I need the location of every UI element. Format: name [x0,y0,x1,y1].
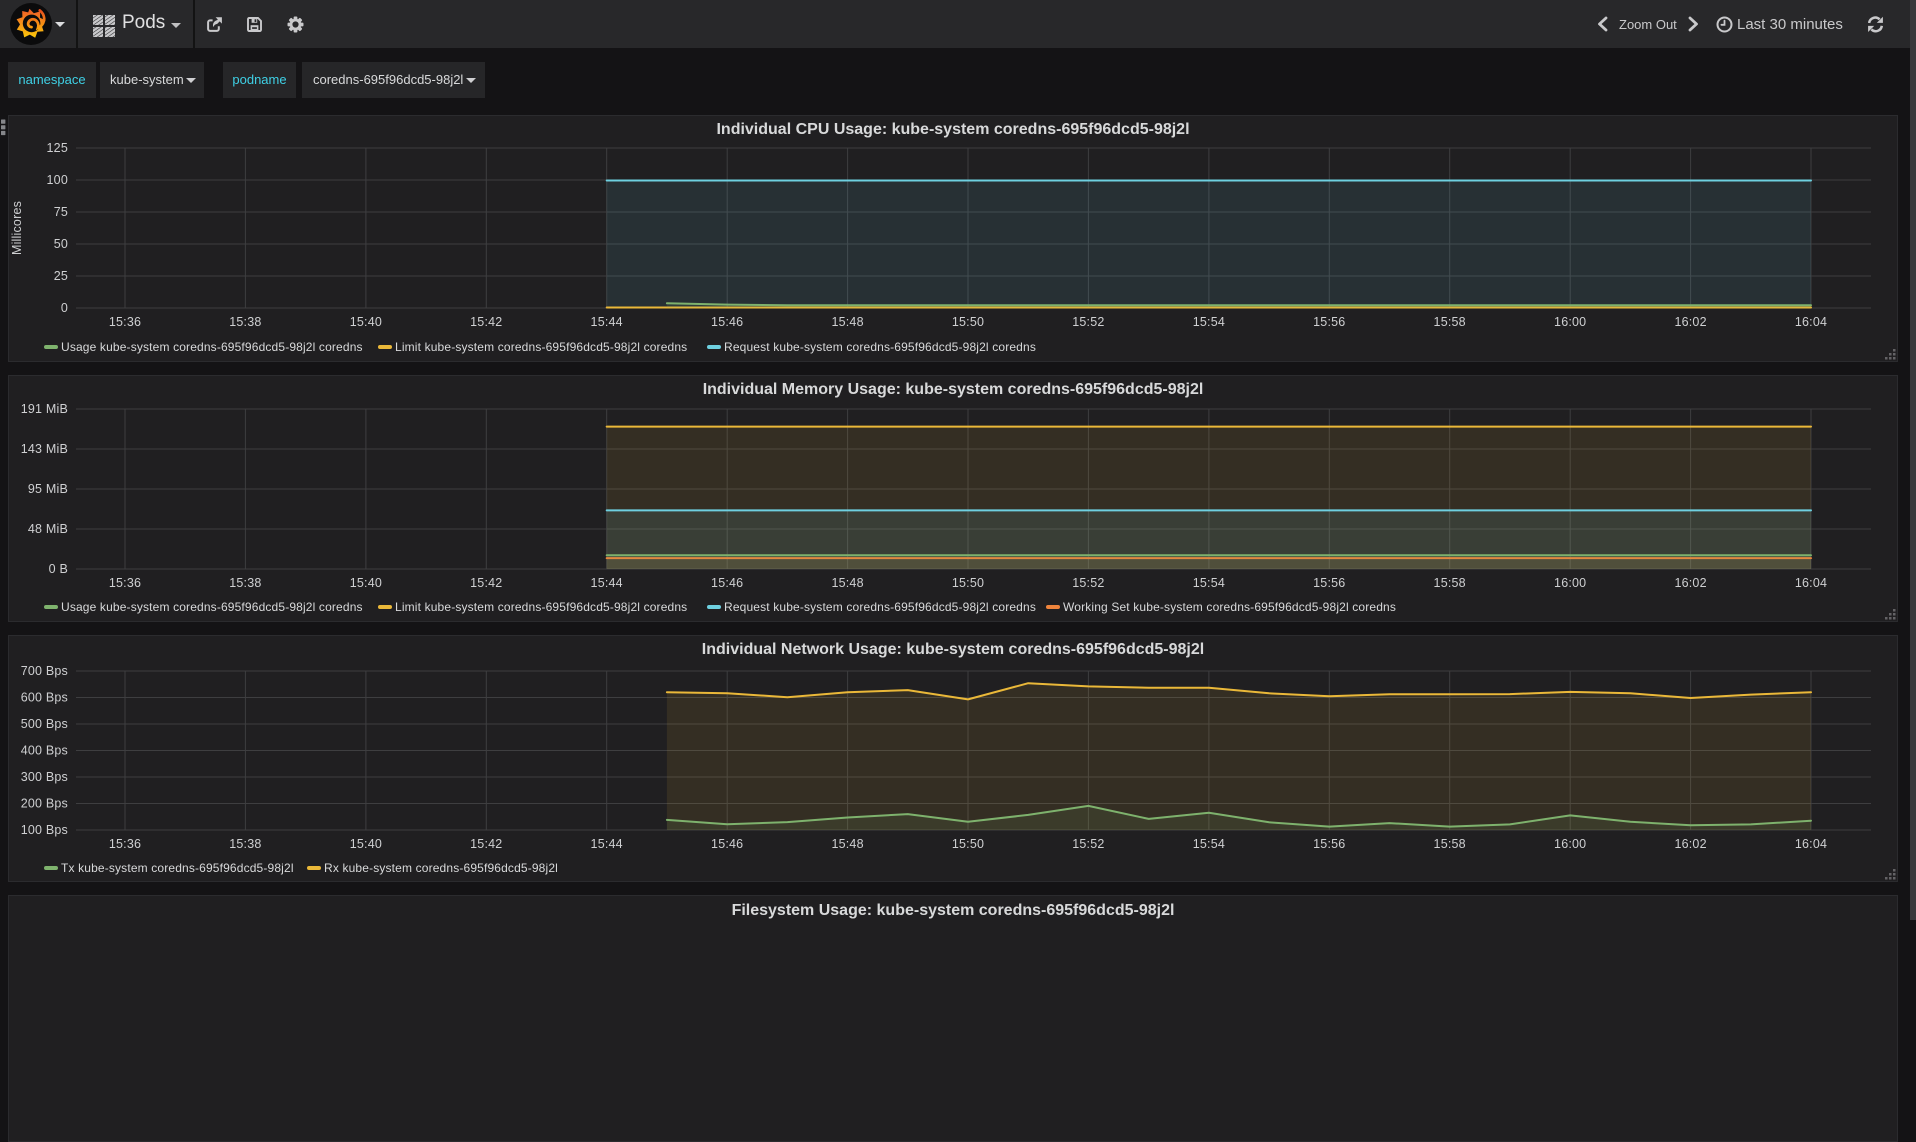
svg-text:15:54: 15:54 [1193,315,1225,329]
svg-text:15:46: 15:46 [711,837,743,851]
svg-text:15:48: 15:48 [831,315,863,329]
svg-text:16:00: 16:00 [1554,837,1586,851]
svg-text:Rx kube-system coredns-695f96d: Rx kube-system coredns-695f96dcd5-98j2l [324,861,558,875]
svg-text:Request kube-system coredns-69: Request kube-system coredns-695f96dcd5-9… [724,600,1036,614]
svg-text:100 Bps: 100 Bps [21,823,68,837]
svg-text:100: 100 [47,173,68,187]
svg-text:15:40: 15:40 [350,837,382,851]
svg-text:15:54: 15:54 [1193,837,1225,851]
svg-text:15:52: 15:52 [1072,576,1104,590]
svg-text:15:42: 15:42 [470,837,502,851]
svg-text:0: 0 [61,301,68,315]
svg-text:16:00: 16:00 [1554,315,1586,329]
svg-text:15:50: 15:50 [952,576,984,590]
svg-text:15:50: 15:50 [952,315,984,329]
svg-text:16:04: 16:04 [1795,576,1827,590]
svg-text:25: 25 [54,269,68,283]
svg-text:Tx kube-system coredns-695f96d: Tx kube-system coredns-695f96dcd5-98j2l [61,861,294,875]
svg-text:16:02: 16:02 [1674,576,1706,590]
svg-text:15:38: 15:38 [229,576,261,590]
svg-text:15:52: 15:52 [1072,837,1104,851]
svg-text:300 Bps: 300 Bps [21,770,68,784]
svg-text:16:04: 16:04 [1795,837,1827,851]
svg-text:15:58: 15:58 [1434,315,1466,329]
svg-text:15:48: 15:48 [831,837,863,851]
svg-text:16:02: 16:02 [1674,315,1706,329]
svg-text:700 Bps: 700 Bps [21,664,68,678]
svg-text:48 MiB: 48 MiB [28,522,68,536]
svg-text:16:04: 16:04 [1795,315,1827,329]
svg-text:Limit kube-system coredns-695f: Limit kube-system coredns-695f96dcd5-98j… [395,340,687,354]
svg-text:Usage kube-system coredns-695f: Usage kube-system coredns-695f96dcd5-98j… [61,600,363,614]
svg-text:15:42: 15:42 [470,576,502,590]
svg-text:Millicores: Millicores [10,201,24,255]
svg-text:15:48: 15:48 [831,576,863,590]
svg-text:125: 125 [47,141,68,155]
svg-text:15:44: 15:44 [591,837,623,851]
svg-text:16:02: 16:02 [1674,837,1706,851]
svg-text:15:58: 15:58 [1434,576,1466,590]
svg-text:15:46: 15:46 [711,315,743,329]
svg-text:400 Bps: 400 Bps [21,744,68,758]
svg-text:15:46: 15:46 [711,576,743,590]
svg-text:Working Set kube-system coredn: Working Set kube-system coredns-695f96dc… [1063,600,1396,614]
svg-text:15:44: 15:44 [591,315,623,329]
svg-text:15:38: 15:38 [229,315,261,329]
svg-text:143 MiB: 143 MiB [21,442,68,456]
svg-text:Usage kube-system coredns-695f: Usage kube-system coredns-695f96dcd5-98j… [61,340,363,354]
svg-text:15:56: 15:56 [1313,315,1345,329]
svg-text:15:38: 15:38 [229,837,261,851]
svg-text:15:56: 15:56 [1313,837,1345,851]
svg-text:15:36: 15:36 [109,315,141,329]
svg-text:15:58: 15:58 [1434,837,1466,851]
svg-text:500 Bps: 500 Bps [21,717,68,731]
svg-text:16:00: 16:00 [1554,576,1586,590]
svg-text:15:52: 15:52 [1072,315,1104,329]
svg-text:15:40: 15:40 [350,576,382,590]
svg-text:15:56: 15:56 [1313,576,1345,590]
svg-text:0 B: 0 B [49,562,68,576]
svg-text:15:44: 15:44 [591,576,623,590]
svg-text:15:50: 15:50 [952,837,984,851]
svg-text:191 MiB: 191 MiB [21,402,68,416]
svg-text:200 Bps: 200 Bps [21,797,68,811]
svg-text:15:42: 15:42 [470,315,502,329]
svg-text:15:36: 15:36 [109,837,141,851]
svg-text:95 MiB: 95 MiB [28,482,68,496]
svg-text:15:54: 15:54 [1193,576,1225,590]
svg-text:15:36: 15:36 [109,576,141,590]
svg-text:50: 50 [54,237,68,251]
svg-text:75: 75 [54,205,68,219]
svg-text:600 Bps: 600 Bps [21,691,68,705]
svg-text:Request kube-system coredns-69: Request kube-system coredns-695f96dcd5-9… [724,340,1036,354]
svg-text:15:40: 15:40 [350,315,382,329]
svg-text:Limit kube-system coredns-695f: Limit kube-system coredns-695f96dcd5-98j… [395,600,687,614]
